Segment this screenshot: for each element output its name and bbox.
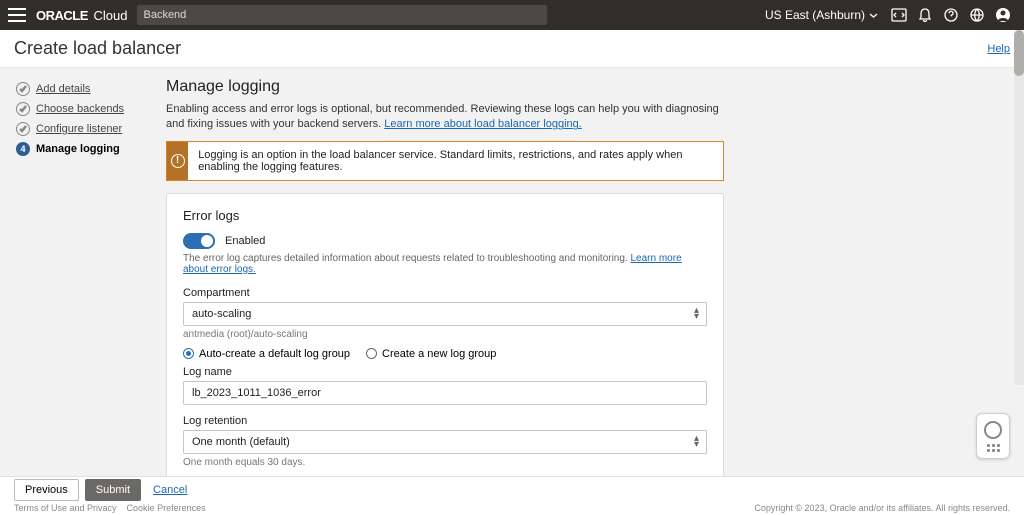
accessibility-fab[interactable]: [976, 413, 1010, 459]
hamburger-icon[interactable]: [8, 8, 26, 22]
brand-logo: ORACLE Cloud: [36, 8, 127, 23]
submit-button[interactable]: Submit: [85, 479, 141, 501]
error-logs-hint: The error log captures detailed informat…: [183, 253, 707, 275]
logname-label: Log name: [183, 366, 707, 378]
info-icon: !: [167, 142, 188, 180]
radio-auto-create[interactable]: Auto-create a default log group: [183, 348, 350, 360]
info-notice: ! Logging is an option in the load balan…: [166, 141, 724, 181]
error-logs-panel: Error logs Enabled The error log capture…: [166, 193, 724, 476]
compartment-select[interactable]: auto-scaling: [183, 302, 707, 326]
profile-icon[interactable]: [992, 4, 1014, 26]
wizard-steps: Add details Choose backends Configure li…: [0, 68, 160, 476]
compartment-label: Compartment: [183, 287, 707, 299]
dev-tools-icon[interactable]: [888, 4, 910, 26]
lifesaver-icon: [984, 421, 1002, 439]
retention-hint: One month equals 30 days.: [183, 457, 707, 468]
action-bar: Previous Submit Cancel: [0, 476, 1024, 503]
retention-select[interactable]: One month (default): [183, 430, 707, 454]
copyright: Copyright © 2023, Oracle and/or its affi…: [754, 503, 1010, 513]
step-number-icon: 4: [16, 142, 30, 156]
radio-create-new[interactable]: Create a new log group: [366, 348, 496, 360]
globe-icon[interactable]: [966, 4, 988, 26]
top-nav: ORACLE Cloud Backend US East (Ashburn): [0, 0, 1024, 30]
page-footer: Terms of Use and Privacy Cookie Preferen…: [0, 503, 1024, 515]
search-input[interactable]: Backend: [137, 5, 547, 25]
help-link[interactable]: Help: [987, 43, 1010, 55]
check-icon: [16, 82, 30, 96]
scrollbar[interactable]: [1014, 30, 1024, 385]
step-add-details[interactable]: Add details: [16, 82, 152, 96]
section-heading: Manage logging: [166, 78, 724, 96]
step-choose-backends[interactable]: Choose backends: [16, 102, 152, 116]
panel-title: Error logs: [183, 208, 707, 223]
radio-icon: [183, 348, 194, 359]
toggle-label: Enabled: [225, 235, 265, 247]
learn-more-link[interactable]: Learn more about load balancer logging.: [384, 118, 582, 130]
step-manage-logging[interactable]: 4 Manage logging: [16, 142, 152, 156]
intro-text: Enabling access and error logs is option…: [166, 102, 724, 133]
check-icon: [16, 122, 30, 136]
logname-input[interactable]: [183, 381, 707, 405]
error-logs-toggle[interactable]: [183, 233, 215, 249]
radio-icon: [366, 348, 377, 359]
step-configure-listener[interactable]: Configure listener: [16, 122, 152, 136]
notifications-icon[interactable]: [914, 4, 936, 26]
compartment-path: antmedia (root)/auto-scaling: [183, 329, 707, 340]
region-selector[interactable]: US East (Ashburn): [765, 8, 878, 22]
terms-link[interactable]: Terms of Use and Privacy: [14, 503, 117, 513]
help-icon[interactable]: [940, 4, 962, 26]
grid-icon: [987, 444, 1000, 452]
cancel-link[interactable]: Cancel: [153, 484, 187, 496]
main-content: Manage logging Enabling access and error…: [160, 68, 1024, 476]
page-header: Create load balancer Help: [0, 30, 1024, 68]
page-title: Create load balancer: [14, 38, 181, 59]
retention-label: Log retention: [183, 415, 707, 427]
chevron-down-icon: [869, 11, 878, 20]
check-icon: [16, 102, 30, 116]
previous-button[interactable]: Previous: [14, 479, 79, 501]
cookie-link[interactable]: Cookie Preferences: [127, 503, 206, 513]
